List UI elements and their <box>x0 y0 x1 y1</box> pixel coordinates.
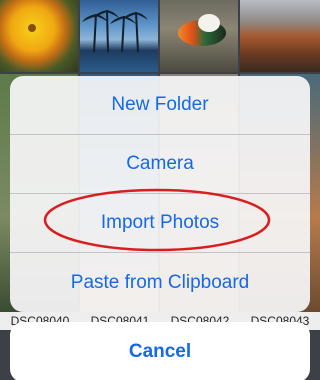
paste-from-clipboard-button[interactable]: Paste from Clipboard <box>10 253 310 312</box>
photo-thumbnail-palms[interactable] <box>80 0 158 72</box>
photo-thumbnail-bird[interactable] <box>160 0 238 72</box>
new-folder-button[interactable]: New Folder <box>10 76 310 135</box>
action-sheet: New Folder Camera Import Photos Paste fr… <box>10 76 310 312</box>
palm-trees-image <box>82 9 148 53</box>
camera-button[interactable]: Camera <box>10 135 310 194</box>
photo-thumbnail-flower[interactable] <box>0 0 78 72</box>
screen: DSC08040 DSC08041 DSC08042 DSC08043 New … <box>0 0 320 380</box>
cancel-button[interactable]: Cancel <box>10 322 310 380</box>
photo-thumbnail-crater[interactable] <box>240 0 320 72</box>
import-photos-button[interactable]: Import Photos <box>10 194 310 253</box>
